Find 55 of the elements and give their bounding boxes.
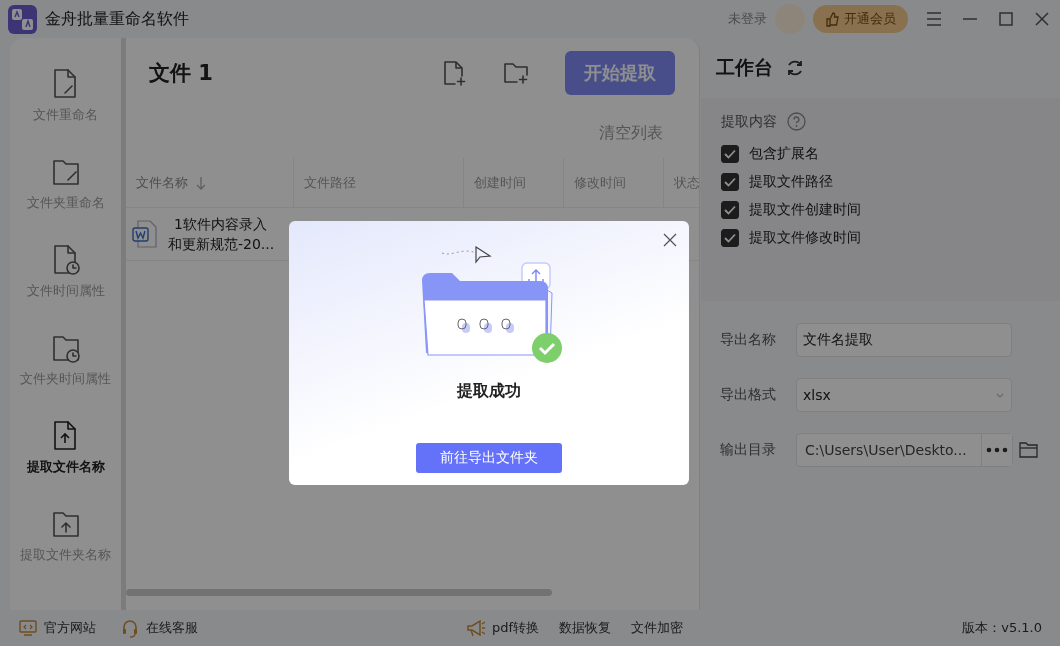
format-dropdown[interactable]: xlsx bbox=[796, 378, 1012, 412]
workbench-title: 工作台 bbox=[716, 55, 773, 80]
open-folder-button[interactable]: 前往导出文件夹 bbox=[416, 443, 562, 473]
file-name: 1软件内容录入和更新规范-20... bbox=[168, 214, 276, 254]
app-title: 金舟批量重命名软件 bbox=[45, 8, 190, 30]
help-icon[interactable] bbox=[787, 112, 806, 131]
checkbox[interactable] bbox=[721, 229, 739, 247]
name-field[interactable]: 文件名提取 bbox=[796, 323, 1012, 357]
option-label: 包含扩展名 bbox=[749, 145, 819, 163]
field-label: 导出格式 bbox=[720, 386, 777, 404]
refresh-icon[interactable] bbox=[785, 58, 805, 78]
version-label: 版本：v5.1.0 bbox=[962, 619, 1042, 637]
checkmark-icon bbox=[724, 233, 736, 243]
section-label: 提取内容 bbox=[721, 112, 777, 131]
login-status[interactable]: 未登录 bbox=[728, 10, 767, 28]
headset-icon bbox=[120, 618, 140, 638]
column-header[interactable]: 文件路径 bbox=[294, 158, 464, 208]
menu-icon[interactable] bbox=[924, 9, 944, 29]
add-folder-icon[interactable] bbox=[503, 60, 529, 86]
thumb-up-icon bbox=[825, 11, 840, 27]
horizontal-scrollbar[interactable] bbox=[126, 589, 552, 596]
sort-arrow-icon bbox=[196, 176, 206, 190]
vip-button[interactable]: 开通会员 bbox=[813, 5, 908, 33]
checkbox[interactable] bbox=[721, 145, 739, 163]
add-file-icon[interactable] bbox=[441, 60, 467, 86]
panel-title: 文件 1 bbox=[149, 60, 214, 87]
checkbox[interactable] bbox=[721, 201, 739, 219]
option-label: 提取文件路径 bbox=[749, 173, 833, 191]
option-label: 提取文件修改时间 bbox=[749, 229, 861, 247]
footer-link[interactable]: 文件加密 bbox=[631, 618, 684, 638]
chevron-down-icon bbox=[995, 391, 1005, 399]
checkbox[interactable] bbox=[721, 173, 739, 191]
column-header[interactable]: 文件名称 bbox=[126, 158, 294, 208]
footer-link[interactable]: 官方网站 bbox=[18, 618, 96, 638]
app-logo bbox=[8, 4, 37, 34]
option-label: 提取文件创建时间 bbox=[749, 201, 861, 219]
folder-icon[interactable] bbox=[1019, 441, 1039, 459]
footer-link[interactable]: pdf转换 bbox=[466, 618, 540, 638]
file-clock-icon bbox=[51, 244, 80, 276]
checkmark-icon bbox=[724, 205, 736, 215]
checkmark-icon bbox=[724, 177, 736, 187]
monitor-icon bbox=[18, 618, 38, 638]
field-label: 导出名称 bbox=[720, 331, 777, 349]
field-label: 输出目录 bbox=[720, 441, 777, 459]
footer-link[interactable]: 在线客服 bbox=[120, 618, 198, 638]
footer-link[interactable]: 数据恢复 bbox=[559, 618, 612, 638]
sidebar-item[interactable]: 提取文件名称 bbox=[10, 420, 121, 508]
megaphone-icon bbox=[466, 618, 486, 638]
maximize-icon[interactable] bbox=[996, 9, 1016, 29]
clear-list-button[interactable]: 清空列表 bbox=[599, 123, 663, 144]
close-icon[interactable] bbox=[663, 233, 677, 247]
word-file-icon bbox=[132, 219, 158, 249]
success-message: 提取成功 bbox=[457, 381, 521, 402]
start-button[interactable]: 开始提取 bbox=[565, 51, 675, 95]
checkmark-icon bbox=[724, 149, 736, 159]
